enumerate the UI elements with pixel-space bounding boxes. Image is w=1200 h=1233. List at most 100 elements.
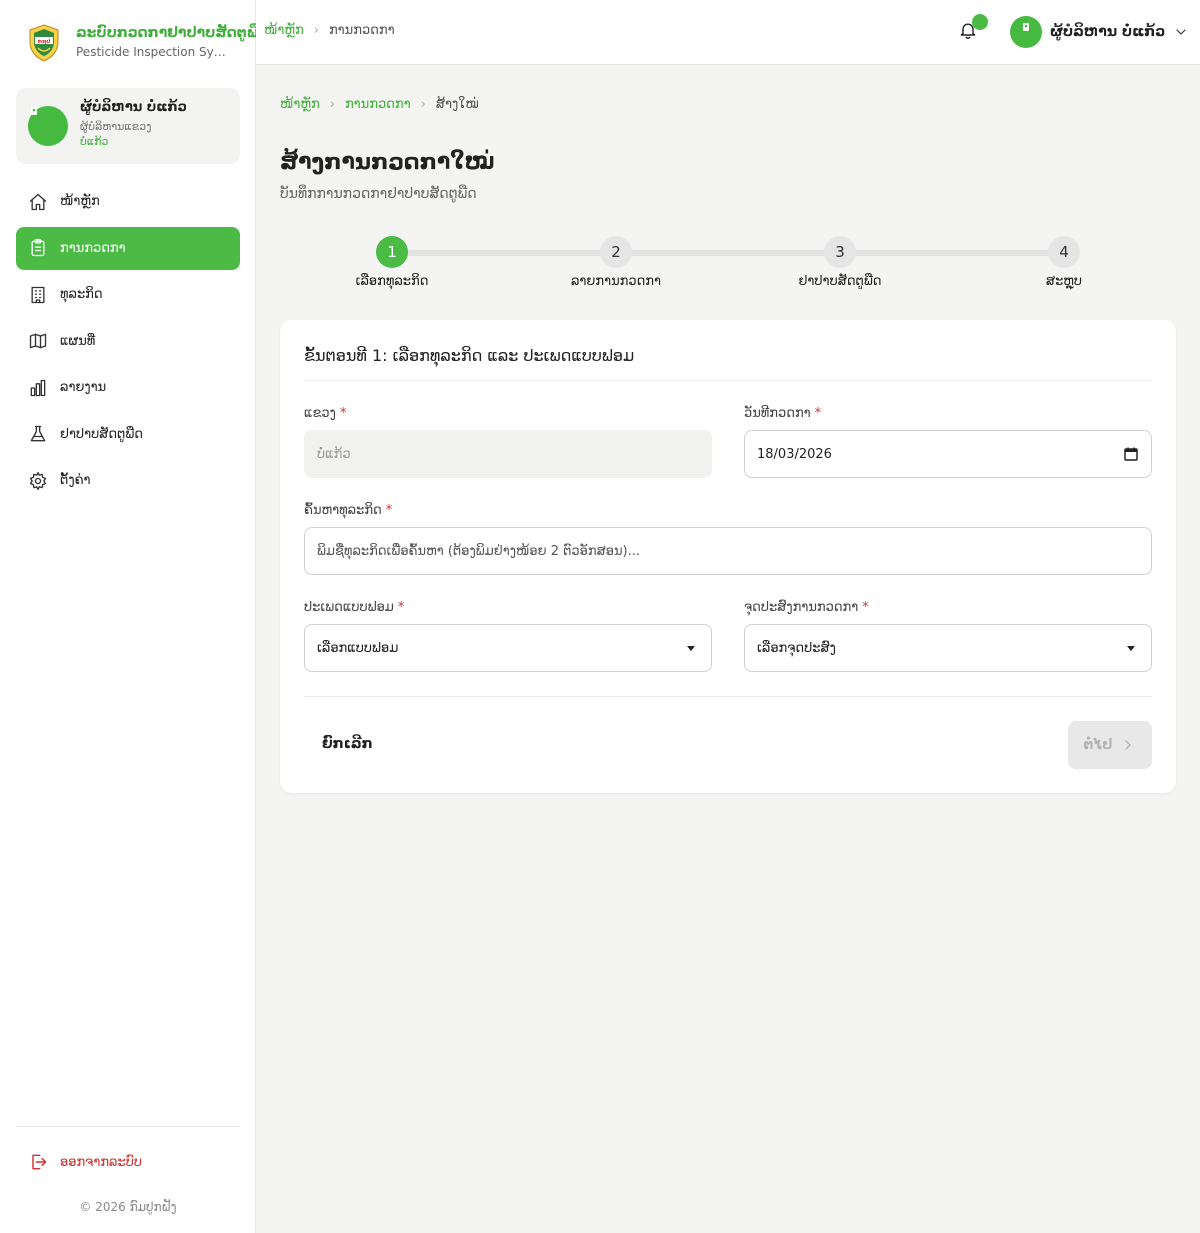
required-mark: * bbox=[385, 503, 393, 518]
step-4: 4 ສະຫຼຸບ bbox=[984, 236, 1144, 289]
sidebar-item-label: ລາຍງານ bbox=[60, 380, 107, 395]
sidebar-item-label: ແຜນທີ່ bbox=[60, 333, 96, 349]
sidebar-user-province: ບໍ່ແກ້ວ bbox=[80, 135, 109, 148]
province-value: ບໍ່ແກ້ວ bbox=[317, 446, 351, 462]
flask-icon bbox=[30, 425, 46, 442]
sidebar-item-pesticides[interactable]: ຢາປາບສັດຕູພືດ bbox=[16, 413, 240, 456]
step-number: 2 bbox=[600, 236, 632, 268]
business-search-input[interactable]: ພິມຊື່ທຸລະກິດເພື່ອຄົ້ນຫາ (ຕ້ອງພິມຢ່າງໜ້ອ… bbox=[304, 527, 1152, 575]
purpose-selected: ເລືອກຈຸດປະສົງ bbox=[757, 640, 836, 656]
logout-icon bbox=[32, 1154, 47, 1170]
business-search-placeholder: ພິມຊື່ທຸລະກິດເພື່ອຄົ້ນຫາ (ຕ້ອງພິມຢ່າງໜ້ອ… bbox=[317, 543, 640, 559]
sidebar-nav: ໜ້າຫຼັກ ການກວດກາ ທຸລະກິດ ແຜນທີ່ ລາຍງານ ຢ… bbox=[16, 180, 240, 506]
chevron-right-icon bbox=[1125, 740, 1132, 750]
step-2: 2 ລາຍການກວດກາ bbox=[536, 236, 696, 289]
next-button[interactable]: ຕໍ່ໄປ bbox=[1068, 721, 1152, 769]
breadcrumb-home-link[interactable]: ໜ້າຫຼັກ bbox=[280, 97, 320, 112]
sidebar-item-home[interactable]: ໜ້າຫຼັກ bbox=[16, 180, 240, 223]
card-divider bbox=[304, 380, 1152, 381]
next-label: ຕໍ່ໄປ bbox=[1083, 737, 1113, 753]
form-type-select[interactable]: ເລືອກແບບຟອມ bbox=[304, 624, 712, 672]
step-label: ເລືອກທຸລະກິດ bbox=[355, 274, 429, 289]
user-badge-icon bbox=[1023, 23, 1029, 31]
caret-down-icon bbox=[1127, 646, 1135, 651]
map-icon bbox=[29, 333, 47, 349]
sidebar-item-settings[interactable]: ຕັ້ງຄ່າ bbox=[16, 459, 240, 502]
form-type-selected: ເລືອກແບບຟອມ bbox=[317, 640, 399, 656]
avatar bbox=[28, 106, 68, 146]
inspection-date-value: 18/03/2026 bbox=[757, 446, 832, 462]
topbar: ໜ້າຫຼັກ › ການກວດກາ ຜູ້ບໍລິຫານ ບໍ່ແກ້ວ bbox=[256, 0, 1200, 65]
brand-subtitle: Pesticide Inspection Syst... bbox=[76, 45, 228, 59]
form-type-label-text: ປະເພດແບບຟອມ bbox=[304, 600, 394, 615]
sidebar: ກຊປ ລະບົບກວດກາຢາປາບສັດຕູພືດ Pesticide In… bbox=[0, 0, 269, 1233]
step-number: 3 bbox=[824, 236, 856, 268]
required-mark: * bbox=[339, 406, 347, 421]
bar-chart-icon bbox=[30, 379, 46, 396]
calendar-icon[interactable] bbox=[1123, 446, 1139, 462]
topbar-user-name: ຜູ້ບໍລິຫານ ບໍ່ແກ້ວ bbox=[1050, 24, 1166, 40]
building-icon bbox=[31, 286, 45, 303]
page-subtitle: ບັນທຶກການກວດກາຢາປາບສັດຕູພືດ bbox=[280, 186, 477, 202]
inspection-date-input[interactable]: 18/03/2026 bbox=[744, 430, 1152, 478]
step-label: ຢາປາບສັດຕູພືດ bbox=[798, 274, 882, 289]
sidebar-divider bbox=[16, 1126, 240, 1127]
business-search-label-text: ຄົ້ນຫາທຸລະກິດ bbox=[304, 503, 382, 518]
breadcrumb-inspections-link[interactable]: ການກວດກາ bbox=[345, 97, 411, 112]
logout-button[interactable]: ອອກຈາກລະບົບ bbox=[28, 1152, 142, 1172]
cancel-button[interactable]: ຍົກເລີກ bbox=[304, 722, 391, 766]
sidebar-item-label: ຢາປາບສັດຕູພືດ bbox=[60, 426, 144, 442]
sidebar-item-label: ໜ້າຫຼັກ bbox=[60, 194, 100, 209]
inspection-date-label: ວັນທີກວດກາ * bbox=[744, 406, 821, 421]
form-card: ຂັ້ນຕອນທີ 1: ເລືອກທຸລະກິດ ແລະ ປະເພດແບບຟອ… bbox=[280, 320, 1176, 793]
province-label-text: ແຂວງ bbox=[304, 406, 336, 421]
step-3: 3 ຢາປາບສັດຕູພືດ bbox=[760, 236, 920, 289]
required-mark: * bbox=[862, 600, 869, 615]
step-label: ສະຫຼຸບ bbox=[1045, 274, 1083, 289]
notification-dot bbox=[972, 14, 988, 30]
sidebar-item-inspections[interactable]: ການກວດກາ bbox=[16, 226, 240, 270]
home-icon bbox=[29, 193, 47, 210]
breadcrumb-current: ສ້າງໃໝ່ bbox=[435, 97, 479, 112]
brand[interactable]: ກຊປ ລະບົບກວດກາຢາປາບສັດຕູພືດ Pesticide In… bbox=[28, 24, 269, 62]
breadcrumb-home-link[interactable]: ໜ້າຫຼັກ bbox=[264, 23, 304, 38]
brand-title: ລະບົບກວດກາຢາປາບສັດຕູພືດ bbox=[76, 25, 269, 41]
required-mark: * bbox=[397, 600, 405, 615]
purpose-select[interactable]: ເລືອກຈຸດປະສົງ bbox=[744, 624, 1152, 672]
purpose-label-text: ຈຸດປະສົງການກວດກາ bbox=[744, 600, 859, 615]
card-divider bbox=[304, 696, 1152, 697]
province-label: ແຂວງ * bbox=[304, 406, 346, 421]
business-search-label: ຄົ້ນຫາທຸລະກິດ * bbox=[304, 503, 392, 518]
step-1: 1 ເລືອກທຸລະກິດ bbox=[312, 236, 472, 289]
sidebar-user-role: ຜູ້ບໍລິຫານແຂວງ bbox=[80, 120, 152, 133]
breadcrumb-current: ການກວດກາ bbox=[328, 23, 395, 38]
sidebar-user-name: ຜູ້ບໍລິຫານ ບໍ່ແກ້ວ bbox=[80, 100, 187, 115]
sidebar-item-businesses[interactable]: ທຸລະກິດ bbox=[16, 273, 240, 316]
chevron-down-icon bbox=[1176, 29, 1186, 35]
clipboard-icon bbox=[31, 239, 45, 257]
required-mark: * bbox=[814, 406, 822, 421]
notifications-button[interactable] bbox=[958, 14, 988, 44]
user-menu-button[interactable]: ຜູ້ບໍລິຫານ ບໍ່ແກ້ວ bbox=[1010, 16, 1189, 48]
form-type-label: ປະເພດແບບຟອມ * bbox=[304, 600, 404, 615]
logo-text: ກຊປ bbox=[38, 39, 50, 45]
stepper: 1 ເລືອກທຸລະກິດ 2 ລາຍການກວດກາ 3 ຢາປາບສັດຕ… bbox=[280, 236, 1176, 296]
breadcrumb-separator-icon: › bbox=[420, 97, 426, 112]
sidebar-item-label: ການກວດກາ bbox=[60, 240, 126, 256]
ministry-logo-icon: ກຊປ bbox=[29, 24, 59, 62]
sidebar-item-map[interactable]: ແຜນທີ່ bbox=[16, 320, 240, 363]
caret-down-icon bbox=[687, 646, 695, 651]
copyright: © 2026 ກົມປູກຝັງ bbox=[79, 1200, 177, 1214]
sidebar-item-label: ຕັ້ງຄ່າ bbox=[60, 473, 91, 488]
step-label: ລາຍການກວດກາ bbox=[570, 274, 662, 289]
sidebar-user-card: ຜູ້ບໍລິຫານ ບໍ່ແກ້ວ ຜູ້ບໍລິຫານແຂວງ ບໍ່ແກ້… bbox=[16, 88, 240, 164]
page-breadcrumb: ໜ້າຫຼັກ › ການກວດກາ › ສ້າງໃໝ່ bbox=[280, 97, 479, 112]
avatar bbox=[1010, 16, 1042, 48]
page-title: ສ້າງການກວດກາໃໝ່ bbox=[280, 150, 495, 175]
step-number: 4 bbox=[1048, 236, 1080, 268]
step-number: 1 bbox=[376, 236, 408, 268]
breadcrumb-separator-icon: › bbox=[313, 23, 319, 38]
logout-label: ອອກຈາກລະບົບ bbox=[60, 1154, 142, 1170]
sidebar-item-reports[interactable]: ລາຍງານ bbox=[16, 366, 240, 409]
breadcrumb: ໜ້າຫຼັກ › ການກວດກາ bbox=[264, 23, 395, 38]
